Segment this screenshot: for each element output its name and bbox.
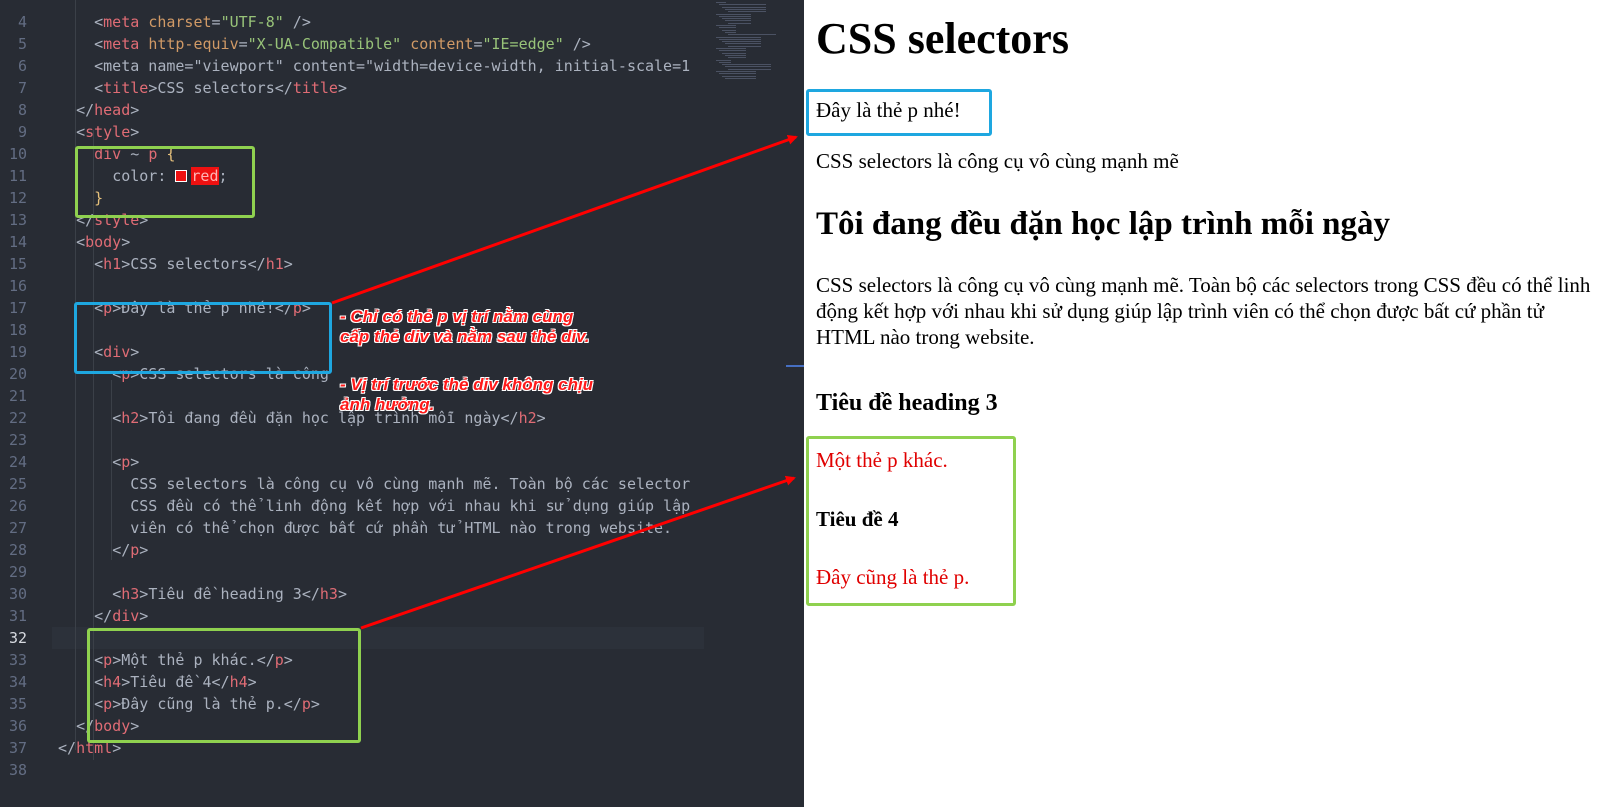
arrow-to-first-p <box>331 134 798 305</box>
annotation-arrows <box>331 134 798 630</box>
arrow-to-siblings <box>360 475 796 630</box>
